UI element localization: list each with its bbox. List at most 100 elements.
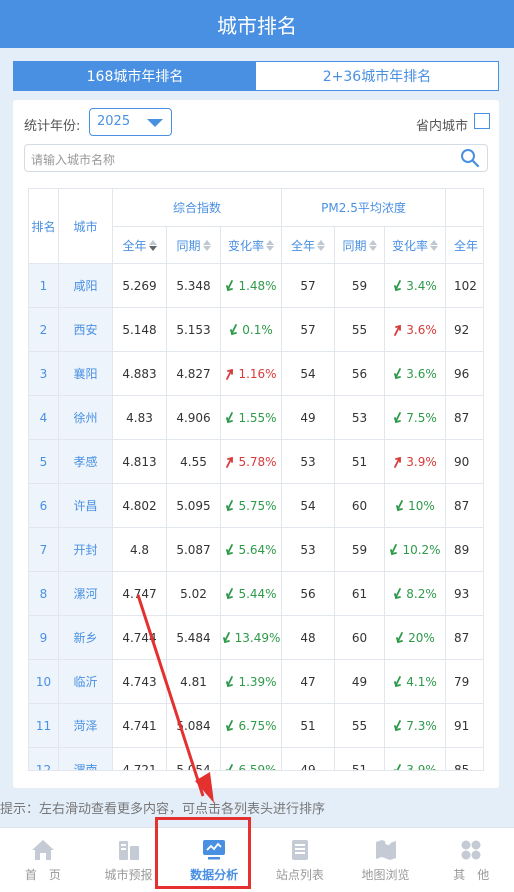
header-pm-year-label: 全年 <box>290 238 315 253</box>
pm-change-cell: 8.2% <box>385 572 446 616</box>
pm-year-cell: 48 <box>282 616 335 660</box>
pm-change-value: 3.9% <box>406 762 437 771</box>
pm-year-cell: 49 <box>282 396 335 440</box>
province-label: 省内城市 <box>415 119 468 134</box>
arrow-up-icon <box>394 456 402 468</box>
city-cell[interactable]: 西安 <box>59 308 113 352</box>
city-cell[interactable]: 新乡 <box>59 616 113 660</box>
ci-change-value: 5.75% <box>238 498 277 513</box>
header-ci-year[interactable]: 全年 <box>113 227 167 264</box>
sort-icon <box>266 239 274 251</box>
city-cell[interactable]: 开封 <box>59 528 113 572</box>
header-pm-same[interactable]: 同期 <box>335 227 385 264</box>
next-year-cell: 96 <box>446 352 483 396</box>
city-cell[interactable]: 孝感 <box>59 440 113 484</box>
city-cell[interactable]: 漯河 <box>59 572 113 616</box>
rank-cell: 12 <box>29 748 59 770</box>
rank-cell: 10 <box>29 660 59 704</box>
rank-cell: 11 <box>29 704 59 748</box>
header-next-year[interactable]: 全年 <box>446 227 483 264</box>
pm-year-cell: 54 <box>282 352 335 396</box>
city-cell[interactable]: 临沂 <box>59 660 113 704</box>
pm-change-cell: 4.1% <box>385 660 446 704</box>
nav-other[interactable]: 其 他 <box>428 828 514 892</box>
header-pm-change[interactable]: 变化率 <box>385 227 446 264</box>
ci-same-cell: 5.084 <box>167 704 221 748</box>
ci-same-cell: 4.81 <box>167 660 221 704</box>
province-checkbox[interactable] <box>474 113 490 129</box>
sort-icon <box>430 239 438 251</box>
tab-168-cities[interactable]: 168城市年排名 <box>14 62 256 90</box>
header-ci-same[interactable]: 同期 <box>167 227 221 264</box>
nav-station-list-label: 站点列表 <box>275 867 324 882</box>
pm-same-cell: 59 <box>335 528 385 572</box>
filter-row: 统计年份: 2025 省内城市 <box>24 108 490 138</box>
search-icon[interactable] <box>460 148 480 172</box>
rank-cell: 8 <box>29 572 59 616</box>
header-next-year-label: 全年 <box>454 238 479 253</box>
header-rank[interactable]: 排名 <box>29 189 59 264</box>
ci-change-value: 1.55% <box>238 410 277 425</box>
ci-change-value: 5.64% <box>238 542 277 557</box>
ci-same-cell: 4.55 <box>167 440 221 484</box>
pm-same-cell: 49 <box>335 660 385 704</box>
sort-icon <box>368 239 377 251</box>
tab-2plus36-cities[interactable]: 2+36城市年排名 <box>256 62 498 90</box>
ci-change-value: 1.16% <box>238 366 277 381</box>
pm-year-cell: 53 <box>282 440 335 484</box>
year-select[interactable]: 2025 <box>89 108 172 136</box>
pm-change-cell: 7.5% <box>385 396 446 440</box>
nav-map[interactable]: 地图浏览 <box>343 828 429 892</box>
pm-same-cell: 61 <box>335 572 385 616</box>
header-ci-change[interactable]: 变化率 <box>221 227 282 264</box>
arrow-down-icon <box>396 499 404 511</box>
ranking-table[interactable]: 排名 城市 综合指数 PM2.5平均浓度 全年 同期 变化率 全年 同期 变化率… <box>28 188 484 771</box>
arrow-down-icon <box>394 279 402 291</box>
arrow-down-icon <box>394 411 402 423</box>
ci-year-cell: 4.741 <box>113 704 167 748</box>
nav-map-label: 地图浏览 <box>361 867 410 882</box>
nav-home-label: 首 页 <box>24 867 61 882</box>
rank-cell: 2 <box>29 308 59 352</box>
pm-change-cell: 3.9% <box>385 440 446 484</box>
pm-change-cell: 10% <box>385 484 446 528</box>
arrow-down-icon <box>226 543 234 555</box>
header-city[interactable]: 城市 <box>59 189 113 264</box>
city-cell[interactable]: 徐州 <box>59 396 113 440</box>
nav-forecast[interactable]: 城市预报 <box>86 828 172 892</box>
arrow-down-icon <box>226 675 234 687</box>
city-cell[interactable]: 渭南 <box>59 748 113 770</box>
pm-change-cell: 3.4% <box>385 264 446 308</box>
year-value: 2025 <box>97 114 131 129</box>
ci-change-cell: 0.1% <box>221 308 282 352</box>
pm-year-cell: 49 <box>282 748 335 770</box>
city-cell[interactable]: 咸阳 <box>59 264 113 308</box>
nav-analysis[interactable]: 数据分析 <box>171 828 257 892</box>
ci-same-cell: 5.153 <box>167 308 221 352</box>
city-search-input[interactable]: 请输入城市名称 <box>24 144 488 172</box>
ci-same-cell: 5.087 <box>167 528 221 572</box>
nav-station-list[interactable]: 站点列表 <box>257 828 343 892</box>
next-year-cell: 92 <box>446 308 483 352</box>
nav-forecast-label: 城市预报 <box>104 867 153 882</box>
sort-icon <box>317 239 325 251</box>
city-cell[interactable]: 菏泽 <box>59 704 113 748</box>
arrow-up-icon <box>394 324 402 336</box>
ci-year-cell: 4.721 <box>113 748 167 770</box>
header-pm-year[interactable]: 全年 <box>282 227 335 264</box>
ci-change-cell: 6.75% <box>221 704 282 748</box>
rank-cell: 5 <box>29 440 59 484</box>
pm-same-cell: 51 <box>335 440 385 484</box>
arrow-down-icon <box>230 323 238 335</box>
nav-home[interactable]: 首 页 <box>0 828 86 892</box>
ci-change-cell: 5.44% <box>221 572 282 616</box>
city-cell[interactable]: 襄阳 <box>59 352 113 396</box>
list-icon <box>291 839 308 860</box>
pm-change-value: 4.1% <box>406 674 437 689</box>
arrow-down-icon <box>394 367 402 379</box>
arrow-down-icon <box>394 587 402 599</box>
arrow-down-icon <box>226 279 234 291</box>
pm-same-cell: 51 <box>335 748 385 770</box>
city-cell[interactable]: 许昌 <box>59 484 113 528</box>
header-pm25: PM2.5平均浓度 <box>282 189 446 227</box>
